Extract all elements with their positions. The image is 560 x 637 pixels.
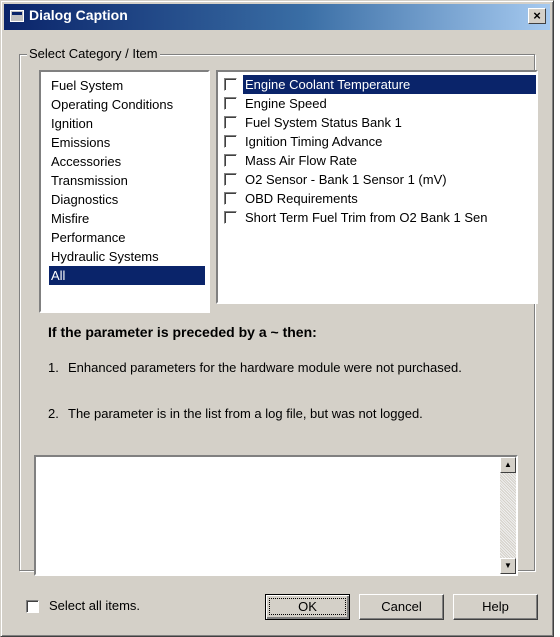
parameter-item[interactable]: Fuel System Status Bank 1 — [222, 113, 536, 132]
parameter-item[interactable]: Ignition Timing Advance — [222, 132, 536, 151]
cancel-button[interactable]: Cancel — [359, 594, 444, 620]
parameter-checkbox[interactable] — [224, 97, 237, 110]
parameter-checkbox[interactable] — [224, 135, 237, 148]
parameter-checkbox[interactable] — [224, 192, 237, 205]
parameter-label: OBD Requirements — [245, 191, 358, 206]
category-item[interactable]: Hydraulic Systems — [49, 247, 205, 266]
close-button[interactable]: × — [528, 8, 546, 24]
category-item[interactable]: Emissions — [49, 133, 205, 152]
category-item[interactable]: Misfire — [49, 209, 205, 228]
select-all-label[interactable]: Select all items. — [49, 598, 140, 613]
parameter-item[interactable]: OBD Requirements — [222, 189, 536, 208]
note-number: 1. — [48, 360, 59, 375]
window-title: Dialog Caption — [29, 7, 128, 23]
scroll-up-button[interactable]: ▲ — [500, 457, 516, 473]
parameter-item[interactable]: Engine Coolant Temperature — [222, 75, 536, 94]
parameter-item[interactable]: O2 Sensor - Bank 1 Sensor 1 (mV) — [222, 170, 536, 189]
parameter-list[interactable]: Engine Coolant Temperature Engine Speed Fu… — [216, 70, 538, 304]
parameter-label: Engine Speed — [245, 96, 327, 111]
note-heading: If the parameter is preceded by a ~ then… — [48, 324, 317, 340]
parameter-label: Fuel System Status Bank 1 — [245, 115, 402, 130]
category-item[interactable]: Ignition — [49, 114, 205, 133]
category-item[interactable]: Fuel System — [49, 76, 205, 95]
category-item[interactable]: All — [49, 266, 205, 285]
parameter-item[interactable]: Mass Air Flow Rate — [222, 151, 536, 170]
parameter-label: O2 Sensor - Bank 1 Sensor 1 (mV) — [245, 172, 447, 187]
scroll-down-button[interactable]: ▼ — [500, 558, 516, 574]
select-all-checkbox[interactable] — [26, 600, 39, 613]
category-item[interactable]: Operating Conditions — [49, 95, 205, 114]
vertical-scrollbar[interactable]: ▲ ▼ — [500, 457, 516, 574]
category-item[interactable]: Performance — [49, 228, 205, 247]
parameter-checkbox[interactable] — [224, 78, 237, 91]
parameter-label: Mass Air Flow Rate — [245, 153, 357, 168]
parameter-checkbox[interactable] — [224, 211, 237, 224]
parameter-item[interactable]: Engine Speed — [222, 94, 536, 113]
note-text: The parameter is in the list from a log … — [68, 406, 423, 421]
category-list[interactable]: Fuel System Operating Conditions Ignition E… — [39, 70, 210, 313]
parameter-checkbox[interactable] — [224, 173, 237, 186]
window-app-icon — [10, 10, 24, 22]
arrow-up-icon: ▲ — [504, 460, 512, 469]
parameter-checkbox[interactable] — [224, 116, 237, 129]
parameter-label: Short Term Fuel Trim from O2 Bank 1 Sen — [245, 210, 488, 225]
parameter-label: Engine Coolant Temperature — [243, 75, 536, 94]
category-item[interactable]: Diagnostics — [49, 190, 205, 209]
close-icon: × — [533, 8, 541, 23]
help-button[interactable]: Help — [453, 594, 538, 620]
note-text: Enhanced parameters for the hardware mod… — [68, 360, 462, 375]
category-item[interactable]: Transmission — [49, 171, 205, 190]
parameter-label: Ignition Timing Advance — [245, 134, 383, 149]
title-bar[interactable]: Dialog Caption × — [4, 4, 550, 30]
parameter-item[interactable]: Short Term Fuel Trim from O2 Bank 1 Sen — [222, 208, 536, 227]
arrow-down-icon: ▼ — [504, 561, 512, 570]
ok-button[interactable]: OK — [265, 594, 350, 620]
parameter-checkbox[interactable] — [224, 154, 237, 167]
note-number: 2. — [48, 406, 59, 421]
info-text-box[interactable]: ▲ ▼ — [34, 455, 518, 576]
category-item[interactable]: Accessories — [49, 152, 205, 171]
ok-button-label: OK — [269, 598, 346, 615]
groupbox-label: Select Category / Item — [27, 46, 160, 61]
